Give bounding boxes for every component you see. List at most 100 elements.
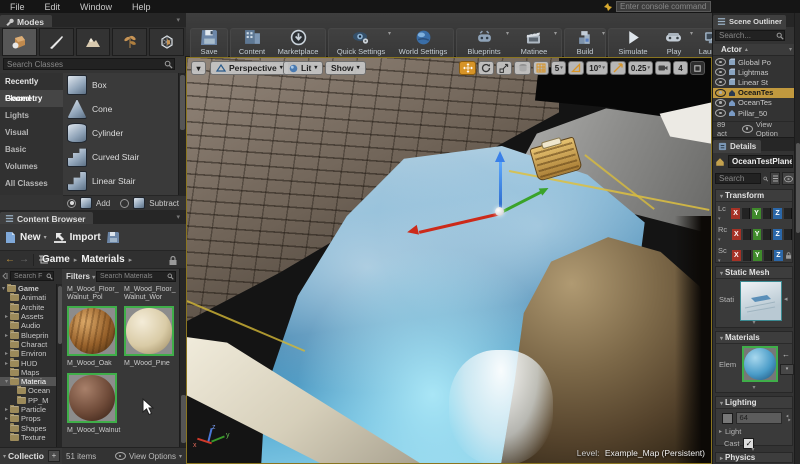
details-search-input[interactable]	[715, 173, 761, 184]
view-options-button[interactable]: View Options ▾	[114, 452, 182, 461]
filters-button[interactable]: Filters ▾	[66, 272, 95, 281]
spinner-left-icon[interactable]: ◂	[784, 295, 788, 303]
mode-foliage-button[interactable]	[112, 28, 148, 56]
assets-search-input[interactable]	[96, 271, 176, 282]
assign-material-arrow-icon[interactable]: ←	[782, 350, 790, 359]
transform-section-header[interactable]: ▾ Transform	[716, 190, 792, 202]
lightmap-res-field[interactable]: 64	[735, 412, 783, 424]
folder-animation[interactable]: Animati	[0, 293, 56, 302]
property-matrix-icon[interactable]	[770, 172, 780, 185]
asset-thumbnail-pine[interactable]	[124, 306, 174, 356]
lighting-checkbox[interactable]	[722, 412, 733, 424]
marketplace-button[interactable]: Marketplace	[273, 29, 323, 56]
folder-shapes[interactable]: Shapes	[0, 423, 56, 433]
grid-snap-value[interactable]: 5 ▾	[551, 61, 567, 75]
outliner-row-pillar[interactable]: Pillar_50	[713, 108, 795, 118]
scale-snap-toggle[interactable]	[609, 61, 626, 75]
materials-section-header[interactable]: ▾ Materials	[716, 332, 792, 344]
location-z-field[interactable]: Z	[773, 207, 782, 219]
section-expand-icon[interactable]: ▾	[752, 319, 755, 326]
folder-particle[interactable]: ▸ Particle	[0, 405, 56, 414]
mode-items-scrollbar[interactable]	[178, 73, 186, 195]
perspective-button[interactable]: Perspective ▾	[210, 61, 289, 75]
menu-window[interactable]: Window	[70, 2, 122, 12]
scale-label[interactable]: Sc ▾	[718, 246, 730, 264]
location-x-field[interactable]: X	[731, 207, 740, 219]
category-geometry[interactable]: Geometry	[0, 90, 63, 107]
folder-ocean[interactable]: Ocean	[0, 386, 56, 395]
rotation-snap-toggle[interactable]	[568, 61, 585, 75]
tab-details[interactable]: Details	[713, 140, 762, 153]
list-item-cone[interactable]: Cone	[63, 97, 178, 121]
folder-character[interactable]: Charact	[0, 340, 56, 349]
list-item-curved-stair[interactable]: Curved Stair	[63, 145, 178, 169]
back-icon[interactable]: ←	[5, 254, 15, 265]
matinee-button[interactable]: ▾ Matinee	[512, 29, 557, 56]
static-mesh-section-header[interactable]: ▾ Static Mesh	[716, 267, 792, 279]
outliner-view-options-button[interactable]: View Option	[756, 120, 795, 138]
world-settings-button[interactable]: World Settings	[394, 29, 452, 56]
location-y-value[interactable]	[762, 207, 772, 219]
section-expand-icon[interactable]: ▾	[752, 384, 755, 391]
material-thumbnail[interactable]	[742, 346, 778, 382]
scale-lock-icon[interactable]	[785, 251, 792, 260]
scale-x-value[interactable]	[742, 249, 751, 261]
rotation-x-value[interactable]	[742, 228, 751, 240]
visibility-eye-icon[interactable]	[715, 78, 726, 87]
scale-z-field[interactable]: Z	[773, 249, 783, 261]
scale-tool-button[interactable]	[496, 61, 513, 75]
mode-geometry-button[interactable]	[149, 28, 184, 56]
category-lights[interactable]: Lights	[0, 107, 63, 124]
category-all-classes[interactable]: All Classes	[0, 175, 63, 192]
add-collection-icon[interactable]: +	[48, 450, 60, 462]
camera-speed-value[interactable]: 4	[673, 61, 688, 75]
gizmo-z-axis[interactable]	[499, 161, 502, 211]
collections-header[interactable]: ▾ Collectio +	[0, 447, 62, 464]
menu-edit[interactable]: Edit	[35, 2, 71, 12]
content-button[interactable]: Content	[233, 29, 271, 56]
mode-paint-button[interactable]	[38, 28, 74, 56]
mode-place-button[interactable]	[2, 28, 37, 56]
forward-icon[interactable]: →	[19, 254, 29, 265]
camera-speed-button[interactable]	[655, 61, 671, 75]
collapse-sources-icon[interactable]	[1, 272, 9, 280]
lighting-light-label[interactable]: Light	[725, 427, 741, 436]
outliner-row-globalpost[interactable]: Global Po	[713, 57, 795, 67]
visibility-eye-icon[interactable]	[715, 58, 726, 67]
rotation-label[interactable]: Rc ▾	[718, 225, 730, 243]
menu-help[interactable]: Help	[122, 2, 161, 12]
visibility-eye-icon[interactable]	[715, 98, 726, 107]
scale-snap-value[interactable]: 0.25 ▾	[627, 61, 653, 75]
play-button[interactable]: ▾ Play	[656, 29, 693, 56]
subtract-radio[interactable]	[120, 198, 130, 208]
show-flags-button[interactable]: Show ▾	[325, 61, 366, 75]
import-button[interactable]: Import	[53, 231, 101, 244]
location-z-value[interactable]	[783, 207, 793, 219]
asset-name-walnut[interactable]: M_Wood_Walnut	[67, 427, 123, 444]
visibility-eye-icon[interactable]	[715, 109, 726, 118]
folder-pp-m[interactable]: PP_M	[0, 396, 56, 405]
folder-audio[interactable]: Audio	[0, 321, 56, 330]
search-classes-input[interactable]	[3, 58, 175, 70]
rotation-x-field[interactable]: X	[732, 228, 741, 240]
folder-materials[interactable]: ▾ Materia	[0, 376, 56, 387]
rotation-z-field[interactable]: Z	[773, 228, 783, 240]
add-radio[interactable]	[67, 198, 76, 208]
category-visual[interactable]: Visual	[0, 124, 63, 141]
asset-name-pine[interactable]: M_Wood_Pine	[124, 360, 179, 369]
list-item-linear-stair[interactable]: Linear Stair	[63, 169, 178, 193]
rotation-z-value[interactable]	[784, 228, 793, 240]
folder-texture[interactable]: Texture	[0, 433, 56, 442]
rotation-y-field[interactable]: Y	[752, 228, 762, 240]
folder-assets[interactable]: ▸ Assets	[0, 312, 56, 321]
quick-settings-button[interactable]: ▾ Quick Settings	[332, 29, 391, 56]
folder-game[interactable]: ▾ Game	[0, 284, 56, 293]
outliner-search-input[interactable]	[715, 30, 785, 41]
outliner-row-linearstair[interactable]: Linear St	[713, 77, 795, 87]
actor-name-field[interactable]: OceanTestPlane	[728, 155, 793, 168]
panel-menu-arrow-icon[interactable]: ▾	[176, 16, 180, 24]
visibility-eye-icon[interactable]	[715, 88, 726, 97]
folder-blueprint[interactable]: ▸ Blueprin	[0, 330, 56, 340]
gizmo-origin-handle[interactable]	[495, 207, 504, 216]
save-button[interactable]: Save	[192, 29, 226, 56]
